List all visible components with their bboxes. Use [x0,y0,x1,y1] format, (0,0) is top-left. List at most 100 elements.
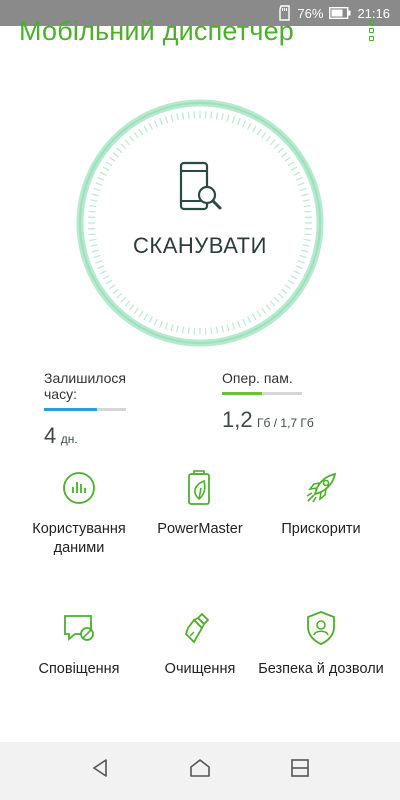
ring-tick [153,318,158,326]
tile-label: Сповіщення [38,661,120,677]
ring-tick [102,166,110,172]
ring-tick [124,139,131,146]
ram-label: Опер. пам. [222,370,293,386]
tile-cleanup[interactable]: Очищення [135,608,265,679]
ring-tick [91,193,99,197]
ring-tick [284,284,291,290]
ring-tick [187,111,190,119]
ram-stat: Опер. пам. 1,2 Гб / 1,7 Гб [222,370,314,433]
ring-tick [159,118,163,126]
back-button[interactable] [80,757,120,785]
ring-tick [265,135,271,142]
tile-data-usage[interactable]: Користування даними [14,468,144,558]
ring-tick [210,111,213,119]
ring-tick [273,143,280,150]
ring-tick [170,324,174,332]
ring-tick [97,265,105,270]
ring-tick [221,113,224,121]
ring-tick [116,147,123,154]
ring-tick [303,204,311,208]
home-button[interactable] [180,757,220,785]
time-left-bar-fill [44,408,98,411]
tile-label: Безпека й дозволи [258,661,384,677]
ring-tick [170,114,174,122]
ring-tick [281,288,288,294]
ring-tick [120,143,127,150]
ram-value: 1,2 [222,407,253,432]
ring-tick [105,161,113,167]
ring-tick [287,279,295,285]
ring-tick [90,199,98,202]
ring-tick [297,182,305,186]
scan-label: СКАНУВАТИ [133,233,267,258]
ring-tick [293,171,301,176]
ring-tick [269,139,276,146]
ring-tick [256,310,262,318]
ring-tick [102,274,110,280]
ring-tick [109,156,116,162]
ring-tick [261,307,267,314]
tile-label: Прискорити [281,521,361,537]
ring-tick [148,316,153,324]
ram-bar [222,392,302,395]
scan-button[interactable] [110,133,290,313]
ring-tick [148,122,153,130]
ring-tick [120,296,127,303]
rocket-icon [306,472,337,503]
ring-tick [290,166,298,172]
ring-tick [129,304,135,311]
ring-tick [284,156,291,162]
ring-tick [99,171,107,176]
more-options-button[interactable] [364,20,378,50]
ring-tick [256,128,262,136]
tile-label: Очищення [164,661,236,677]
tile-notifications[interactable]: Сповіщення [14,608,144,679]
ring-tick [129,135,135,142]
ring-tick [290,274,298,280]
ring-tick [133,307,139,314]
home-icon [190,759,210,777]
tile-security[interactable]: Безпека й дозволи [256,608,386,679]
ring-tick [226,324,230,332]
ring-tick [226,114,230,122]
ring-tick [242,318,247,326]
ring-tick [95,182,103,186]
scan-area: СКАНУВАТИ [0,85,400,347]
ring-tick [237,118,241,126]
ring-tick [164,116,169,124]
tile-label: PowerMaster [157,521,243,537]
ring-tick [89,204,97,208]
ring-tick [112,152,119,158]
ring-tick [153,120,158,128]
tile-boost[interactable]: Прискорити [256,468,386,539]
ring-tick [247,122,252,130]
battery-leaf-icon [188,470,210,505]
ring-tick [143,313,149,321]
ring-tick [277,147,284,154]
data-usage-icon [63,472,95,504]
ring-tick [251,125,257,133]
ring-tick [164,322,169,330]
tile-powermaster[interactable]: PowerMaster [135,468,265,539]
ring-tick [265,304,271,311]
ring-tick [143,125,149,133]
time-left-label: Залишилося часу: [44,370,126,402]
ring-tick [281,152,288,158]
notification-block-icon [64,615,94,641]
ring-tick [231,322,236,330]
ring-tick [176,113,179,121]
navigation-bar [0,742,400,800]
ring-tick [301,193,309,197]
ring-tick [293,270,301,275]
page-title: Мобільний диспетчер [19,16,295,46]
ring-tick [251,313,257,321]
ram-bar-fill [222,392,262,395]
time-left-value: 4 [44,423,57,448]
ring-tick [138,128,144,136]
ring-tick [269,300,276,307]
recents-button[interactable] [280,757,320,785]
ring-tick [231,116,236,124]
security-shield-icon [307,611,335,645]
ring-tick [112,288,119,294]
ring-tick [109,284,116,290]
